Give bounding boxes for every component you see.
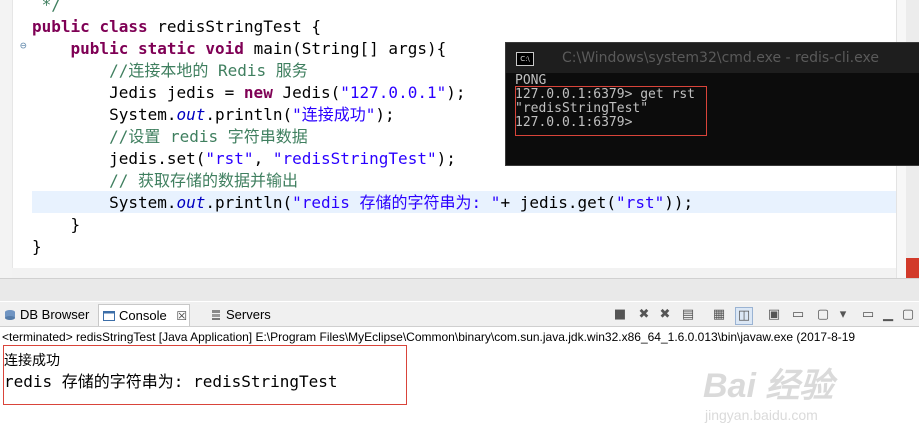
- code-token: // 获取存储的数据并输出: [109, 171, 298, 190]
- code-token: ));: [664, 193, 694, 212]
- clear-console-icon[interactable]: ▤: [680, 307, 696, 323]
- tab-console[interactable]: Console ☒: [98, 304, 190, 326]
- cmd-highlight-box: [515, 86, 707, 136]
- code-token: .println(: [205, 193, 293, 212]
- code-token: System.: [32, 193, 177, 212]
- code-token: static: [137, 39, 196, 58]
- code-token: public: [70, 39, 129, 58]
- remove-launch-icon[interactable]: ✖: [636, 307, 652, 323]
- code-token: "redis 存储的字符串为: ": [292, 193, 501, 212]
- x-gray-icon[interactable]: ■: [612, 307, 628, 323]
- code-token: //连接本地的 Redis 服务: [109, 61, 308, 80]
- editor-horizontal-scrollbar[interactable]: [12, 268, 896, 278]
- code-token: class: [99, 17, 148, 36]
- code-token: out: [176, 193, 206, 212]
- code-token: jedis.set(: [32, 149, 206, 168]
- code-line[interactable]: //设置 redis 字符串数据: [32, 126, 308, 148]
- code-token: + jedis.get(: [500, 193, 617, 212]
- code-line[interactable]: jedis.set("rst", "redisStringTest");: [32, 148, 456, 170]
- tab-label: Console: [119, 308, 167, 323]
- code-token: "rst": [616, 193, 665, 212]
- code-token: //设置 redis 字符串数据: [109, 127, 308, 146]
- new-console-icon[interactable]: ▢: [815, 307, 831, 323]
- console-highlight-box: [3, 345, 407, 405]
- code-token: ,: [253, 149, 273, 168]
- code-line[interactable]: Jedis jedis = new Jedis("127.0.0.1");: [32, 82, 466, 104]
- code-token: void: [205, 39, 244, 58]
- view-menu-icon[interactable]: ▭: [860, 307, 876, 323]
- cmd-title: C:\Windows\system32\cmd.exe - redis-cli.…: [562, 50, 879, 66]
- code-token: );: [436, 149, 456, 168]
- code-line[interactable]: //连接本地的 Redis 服务: [32, 60, 308, 82]
- code-token: "redisStringTest": [272, 149, 437, 168]
- code-line[interactable]: public class redisStringTest {: [32, 16, 321, 38]
- code-line[interactable]: public static void main(String[] args){: [32, 38, 447, 60]
- code-token: Jedis(: [272, 83, 341, 102]
- code-line[interactable]: */: [32, 0, 61, 16]
- servers-icon: [212, 310, 220, 320]
- tab-label: DB Browser: [20, 307, 90, 322]
- dropdown-icon[interactable]: ▾: [835, 307, 851, 323]
- code-token: System.: [32, 105, 177, 124]
- code-token: "rst": [205, 149, 254, 168]
- code-line[interactable]: }: [32, 214, 81, 236]
- maximize-icon[interactable]: ▢: [900, 307, 916, 323]
- code-token: out: [176, 105, 206, 124]
- code-line[interactable]: System.out.println("redis 存储的字符串为: "+ je…: [32, 192, 693, 214]
- tab-db-browser[interactable]: DB Browser: [4, 304, 89, 326]
- code-line[interactable]: System.out.println("连接成功");: [32, 104, 395, 126]
- code-line[interactable]: // 获取存储的数据并输出: [32, 170, 298, 192]
- code-token: new: [243, 83, 273, 102]
- scroll-lock-icon[interactable]: ▦: [711, 307, 727, 323]
- code-token: }: [32, 237, 42, 256]
- db-browser-icon: [5, 310, 15, 320]
- code-token: );: [375, 105, 395, 124]
- code-token: }: [32, 215, 81, 234]
- bottom-panel-tabs: DB Browser Console ☒ Servers ■ ✖ ✖ ▤ ▦ ◫…: [0, 302, 919, 327]
- remove-all-icon[interactable]: ✖: [657, 307, 673, 323]
- code-token: redisStringTest {: [147, 17, 321, 36]
- console-icon: [103, 311, 115, 321]
- tab-label: Servers: [226, 307, 271, 322]
- pin-icon[interactable]: ◫: [735, 307, 753, 325]
- code-token: Jedis jedis =: [32, 83, 244, 102]
- code-token: main(String[] args){: [243, 39, 447, 58]
- code-token: );: [446, 83, 466, 102]
- tab-servers[interactable]: Servers: [210, 304, 271, 326]
- watermark-logo: Bai 经验: [703, 367, 834, 405]
- panel-separator[interactable]: [0, 278, 919, 301]
- editor-gutter: [0, 0, 13, 278]
- display-selected-icon[interactable]: ▣: [766, 307, 782, 323]
- code-token: public: [32, 17, 90, 36]
- code-line[interactable]: }: [32, 236, 42, 258]
- open-console-icon[interactable]: ▭: [790, 307, 806, 323]
- terminated-status: <terminated> redisStringTest [Java Appli…: [2, 330, 856, 344]
- watermark-url: jingyan.baidu.com: [705, 407, 818, 423]
- watermark: Bai 经验 jingyan.baidu.com: [703, 358, 833, 423]
- cmd-icon: C:\: [516, 52, 534, 66]
- code-token: "连接成功": [292, 105, 376, 124]
- fold-marker-icon[interactable]: ⊖: [20, 39, 27, 52]
- code-token: */: [32, 0, 61, 14]
- code-token: "127.0.0.1": [340, 83, 447, 102]
- cmd-titlebar[interactable]: C:\ C:\Windows\system32\cmd.exe - redis-…: [506, 43, 919, 73]
- code-token: .println(: [205, 105, 293, 124]
- minimize-icon[interactable]: ▁: [880, 307, 896, 323]
- close-tab-icon[interactable]: ☒: [176, 309, 187, 323]
